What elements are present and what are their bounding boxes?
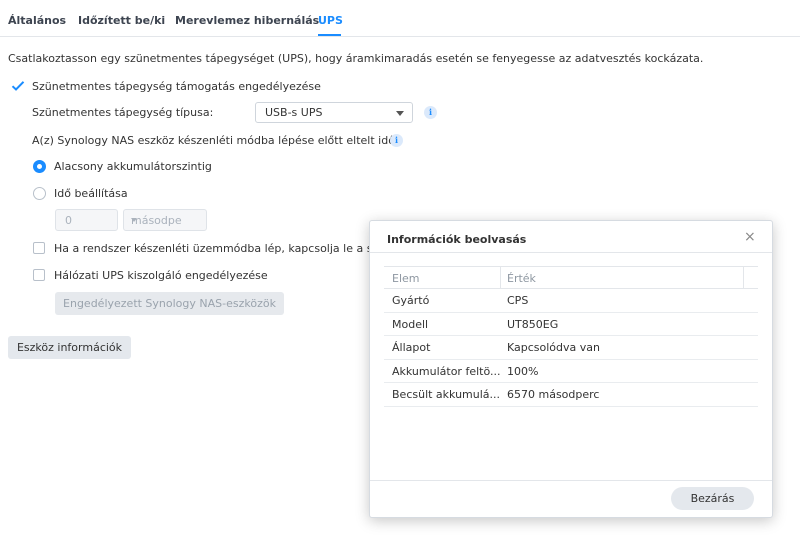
table-row[interactable]: Akkumulátor feltö... 100% — [384, 360, 758, 383]
permitted-devices-button[interactable]: Engedélyezett Synology NAS-eszközök — [55, 292, 284, 315]
dialog-title: Információk beolvasás — [387, 233, 527, 246]
tab-ups[interactable]: UPS — [318, 14, 343, 27]
column-header-value[interactable]: Érték — [507, 272, 536, 285]
info-table: Elem Érték Gyártó CPS Modell UT850EG Áll… — [384, 266, 758, 407]
ups-type-label: Szünetmentes tápegység típusa: — [32, 106, 214, 119]
row-item: Állapot — [392, 341, 431, 354]
tab-bar: Általános Időzített be/ki Merevlemez hib… — [0, 0, 800, 37]
network-ups-label: Hálózati UPS kiszolgáló engedélyezése — [54, 269, 268, 282]
set-time-radio[interactable] — [33, 187, 46, 200]
row-item: Becsült akkumulá... — [392, 388, 501, 401]
time-unit-value: másodpe — [131, 214, 182, 227]
row-item: Modell — [392, 317, 429, 331]
info-dialog: Információk beolvasás × Elem Érték Gyárt… — [369, 220, 773, 518]
checkmark-icon — [11, 81, 25, 91]
time-unit-select[interactable]: másodpe — [123, 209, 207, 231]
table-header: Elem Érték — [384, 266, 758, 289]
shutdown-ups-label: Ha a rendszer készenléti üzemmódba lép, … — [54, 242, 386, 255]
chevron-down-icon — [131, 218, 137, 222]
low-battery-label: Alacsony akkumulátorszintig — [54, 160, 212, 173]
row-item: Akkumulátor feltö... — [392, 364, 501, 378]
info-icon[interactable]: i — [390, 134, 403, 147]
standby-time-label: A(z) Synology NAS eszköz készenléti módb… — [32, 134, 395, 147]
enable-ups-label: Szünetmentes tápegység támogatás engedél… — [32, 80, 321, 93]
column-header-item[interactable]: Elem — [392, 272, 420, 285]
ups-type-select[interactable]: USB-s UPS — [255, 102, 413, 123]
divider — [370, 480, 772, 481]
shutdown-ups-checkbox[interactable] — [33, 242, 45, 254]
device-info-button[interactable]: Eszköz információk — [8, 336, 131, 359]
row-value: CPS — [507, 294, 529, 307]
time-value-input[interactable]: 0 — [55, 209, 118, 231]
row-value: 6570 másodperc — [507, 388, 600, 401]
close-button[interactable]: Bezárás — [671, 487, 754, 510]
low-battery-radio[interactable] — [33, 160, 46, 173]
active-tab-indicator — [318, 34, 341, 36]
table-row[interactable]: Gyártó CPS — [384, 289, 758, 313]
tab-general[interactable]: Általános — [8, 14, 66, 27]
row-value: 100% — [507, 364, 539, 378]
info-icon[interactable]: i — [424, 106, 437, 119]
column-divider — [500, 267, 501, 289]
time-value: 0 — [65, 214, 72, 227]
set-time-label: Idő beállítása — [54, 187, 128, 200]
table-row[interactable]: Állapot Kapcsolódva van — [384, 336, 758, 360]
row-value: UT850EG — [507, 317, 559, 331]
tab-hdd-hibernation[interactable]: Merevlemez hibernálás — [175, 14, 319, 27]
chevron-down-icon — [396, 111, 404, 116]
row-item: Gyártó — [392, 294, 430, 307]
network-ups-checkbox[interactable] — [33, 269, 45, 281]
column-divider — [743, 267, 744, 289]
table-row[interactable]: Modell UT850EG — [384, 313, 758, 336]
divider — [370, 252, 772, 253]
row-value: Kapcsolódva van — [507, 341, 600, 354]
table-row[interactable]: Becsült akkumulá... 6570 másodperc — [384, 383, 758, 407]
ups-type-value: USB-s UPS — [265, 106, 323, 119]
intro-text: Csatlakoztasson egy szünetmentes tápegys… — [8, 52, 704, 65]
close-icon[interactable]: × — [744, 229, 756, 245]
tab-scheduled-power[interactable]: Időzített be/ki — [78, 14, 165, 27]
enable-ups-checkbox[interactable] — [11, 80, 25, 92]
